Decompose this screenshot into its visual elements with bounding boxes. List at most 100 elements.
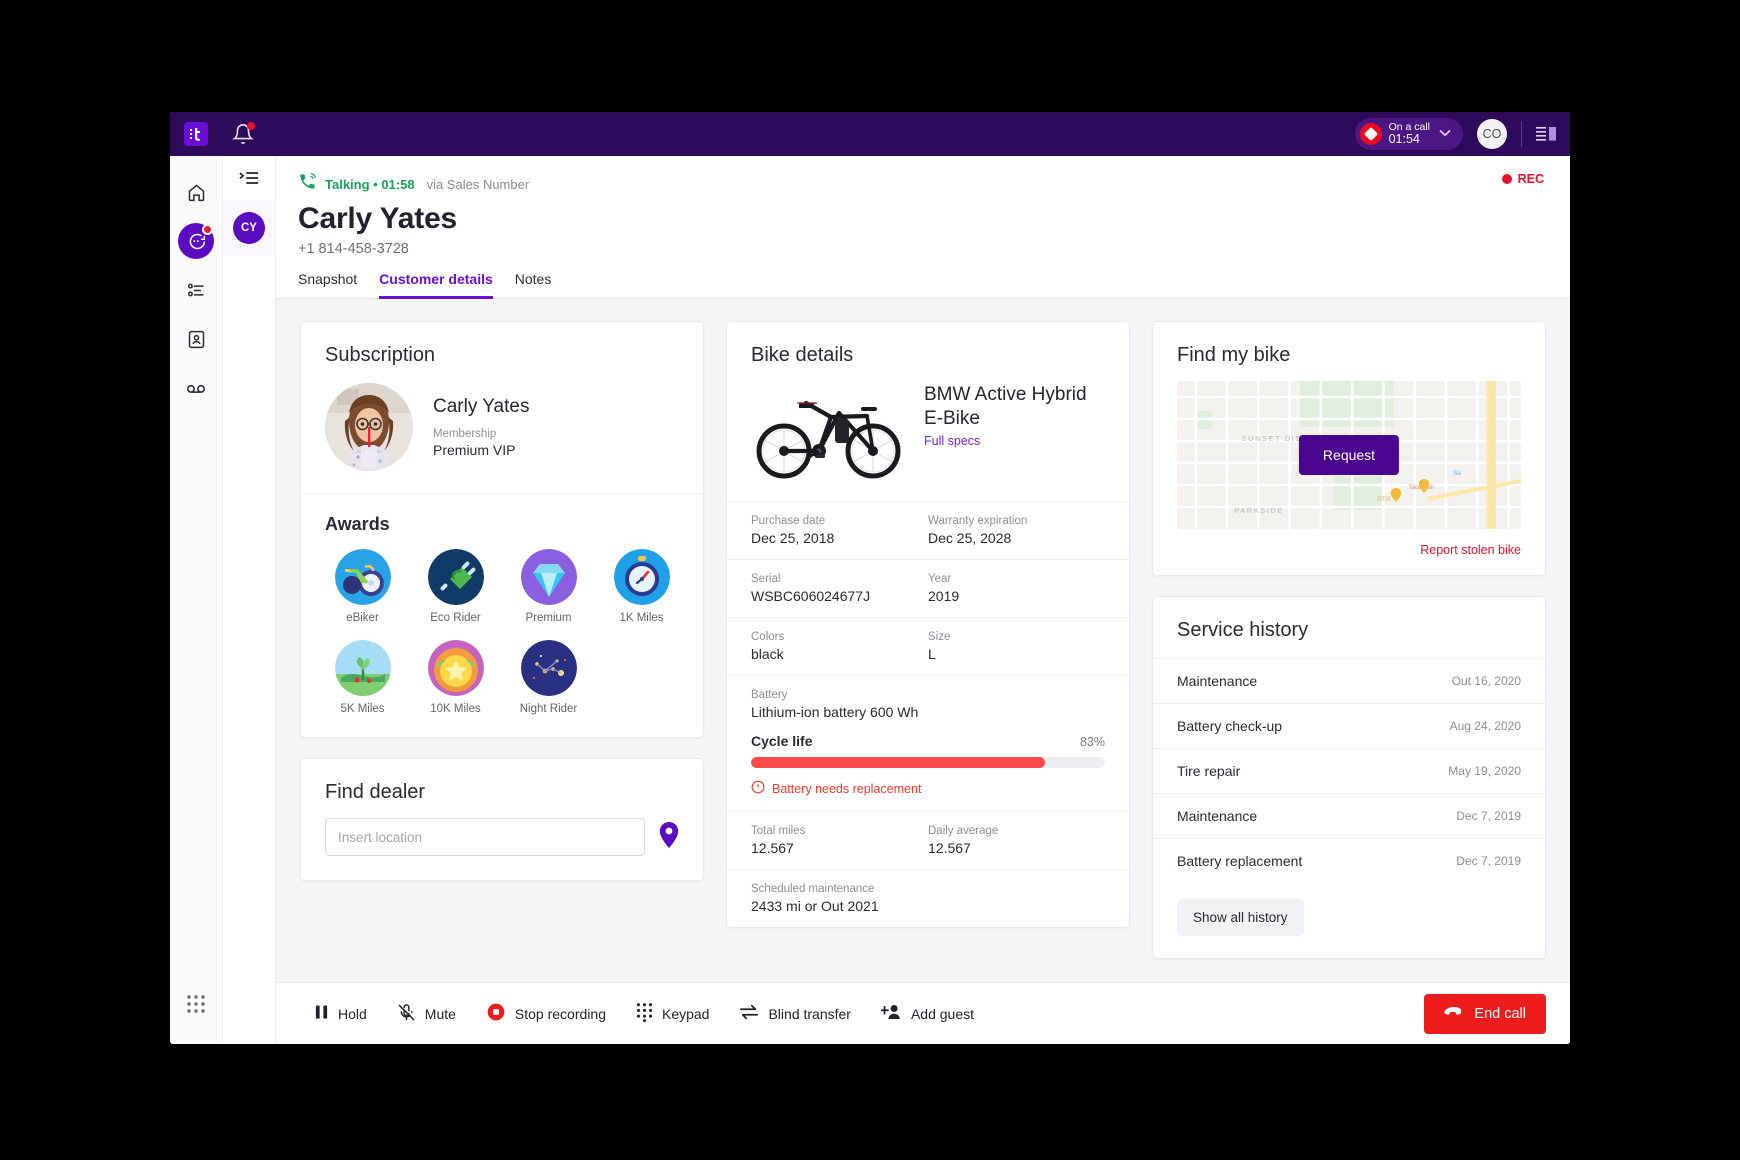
chevron-down-icon[interactable] xyxy=(1439,128,1451,140)
eco-rider-badge-icon xyxy=(427,549,484,605)
field-value: black xyxy=(751,646,784,662)
user-avatar[interactable]: CO xyxy=(1477,119,1507,149)
recording-dot-icon xyxy=(1501,174,1512,184)
recording-indicator: REC xyxy=(1501,172,1544,186)
award-premium[interactable]: Premium xyxy=(505,549,592,624)
table-row[interactable]: Battery replacement Dec 7, 2019 xyxy=(1153,838,1545,883)
premium-diamond-badge-icon xyxy=(520,549,577,605)
call-controls-toolbar: Hold Mute Stop recording Keypad Blind tr… xyxy=(276,982,1570,1044)
field-label: Year xyxy=(928,573,952,585)
award-5k-miles[interactable]: 5K Miles xyxy=(319,640,406,715)
apps-grid-icon[interactable] xyxy=(178,986,214,1022)
battery-warning: Battery needs replacement xyxy=(751,780,1105,797)
award-night-rider[interactable]: Night Rider xyxy=(505,640,592,715)
pause-icon xyxy=(314,1004,329,1023)
bike-field-row: Serial WSBC606024677J Year 2019 xyxy=(727,560,1129,617)
full-specs-link[interactable]: Full specs xyxy=(924,434,980,448)
blind-transfer-button[interactable]: Blind transfer xyxy=(739,1003,851,1024)
award-1k-miles[interactable]: 1K Miles xyxy=(598,549,685,624)
report-stolen-bike-link[interactable]: Report stolen bike xyxy=(1153,543,1545,575)
sidebar-item-activity[interactable] xyxy=(178,272,214,308)
sidebar-item-voicemail[interactable] xyxy=(178,370,214,406)
table-row[interactable]: Maintenance Dec 7, 2019 xyxy=(1153,793,1545,838)
phone-ringing-icon xyxy=(298,172,317,196)
bicycle-photo xyxy=(751,383,906,483)
ebiker-badge-icon xyxy=(334,549,391,605)
map-pin-icon[interactable] xyxy=(659,821,679,853)
bike-field-row: Purchase date Dec 25, 2018 Warranty expi… xyxy=(727,502,1129,559)
notification-bell-icon[interactable] xyxy=(232,122,255,145)
find-dealer-card: Find dealer xyxy=(300,758,704,881)
sidebar-item-conversations[interactable] xyxy=(178,223,214,259)
bike-details-title: Bike details xyxy=(751,344,854,366)
keypad-label: Keypad xyxy=(661,1005,710,1022)
add-guest-button[interactable]: Add guest xyxy=(880,1003,974,1024)
find-dealer-title: Find dealer xyxy=(325,781,426,803)
stop-recording-button[interactable]: Stop recording xyxy=(486,1002,606,1025)
service-name: Battery replacement xyxy=(1177,853,1303,869)
table-row[interactable]: Maintenance Out 16, 2020 xyxy=(1153,658,1545,703)
battery-section: Battery Lithium-ion battery 600 Wh Cycle… xyxy=(727,676,1129,811)
map-thumbnail[interactable]: SUNSET DISTRICT PARKSIDE Taco Bell STIX … xyxy=(1177,381,1521,529)
keypad-button[interactable]: Keypad xyxy=(636,1002,710,1025)
field-value: 12.567 xyxy=(928,840,971,856)
show-all-history-button[interactable]: Show all history xyxy=(1177,899,1304,936)
award-eco-rider[interactable]: Eco Rider xyxy=(412,549,499,624)
transfer-arrows-icon xyxy=(739,1003,759,1024)
service-date: Out 16, 2020 xyxy=(1451,674,1521,688)
subscription-card: Subscription Carly Yates Membership Prem… xyxy=(300,321,704,738)
sidebar-item-contacts[interactable] xyxy=(178,321,214,357)
award-label: eBiker xyxy=(346,612,379,624)
end-call-button[interactable]: End call xyxy=(1424,993,1546,1034)
service-date: Dec 7, 2019 xyxy=(1456,854,1521,868)
service-date: May 19, 2020 xyxy=(1448,764,1521,778)
talkdesk-logo-icon[interactable] xyxy=(184,122,208,146)
award-10k-miles[interactable]: 10K Miles xyxy=(412,640,499,715)
collapse-panel-icon[interactable] xyxy=(223,156,275,200)
alert-circle-icon xyxy=(751,780,765,797)
stop-recording-icon xyxy=(486,1002,506,1025)
dealer-location-input[interactable] xyxy=(325,818,645,856)
field-label: Daily average xyxy=(928,825,999,837)
table-row[interactable]: Battery check-up Aug 24, 2020 xyxy=(1153,703,1545,748)
night-rider-badge-icon xyxy=(520,640,577,696)
end-call-label: End call xyxy=(1474,1005,1526,1022)
conversation-entry-carly-yates[interactable]: CY xyxy=(223,200,275,256)
tab-customer-details[interactable]: Customer details xyxy=(379,271,493,299)
field-value: Dec 25, 2018 xyxy=(751,530,835,546)
field-warranty-expiration: Warranty expiration Dec 25, 2028 xyxy=(928,515,1105,546)
call-status-pill[interactable]: On a call 01:54 xyxy=(1354,118,1463,150)
bike-model-name: BMW Active Hybrid E-Bike xyxy=(924,384,1087,430)
application-window: On a call 01:54 CO CY Talking • 01:58 vi… xyxy=(170,112,1570,1044)
avatar: CY xyxy=(233,212,265,244)
sidebar-item-home[interactable] xyxy=(178,174,214,210)
hold-label: Hold xyxy=(338,1005,367,1022)
service-name: Tire repair xyxy=(1177,763,1241,779)
conversations-badge xyxy=(202,224,213,235)
tab-notes[interactable]: Notes xyxy=(515,271,552,299)
panel-layout-icon[interactable] xyxy=(1536,126,1556,142)
field-size: Size L xyxy=(928,631,1105,662)
tab-snapshot[interactable]: Snapshot xyxy=(298,271,357,299)
award-ebiker[interactable]: eBiker xyxy=(319,549,406,624)
request-button[interactable]: Request xyxy=(1298,435,1400,475)
award-label: Eco Rider xyxy=(430,612,481,624)
battery-value: Lithium-ion battery 600 Wh xyxy=(751,704,919,720)
mute-button[interactable]: Mute xyxy=(397,1003,456,1025)
bike-field-row: Colors black Size L xyxy=(727,618,1129,675)
award-label: Night Rider xyxy=(519,703,578,715)
keypad-dots-icon xyxy=(636,1002,653,1025)
hold-button[interactable]: Hold xyxy=(314,1004,367,1023)
field-label: Purchase date xyxy=(751,515,826,527)
recording-label: REC xyxy=(1517,172,1544,186)
cycle-life-progress-fill xyxy=(751,757,1045,768)
membership-label: Membership xyxy=(433,428,497,440)
10k-miles-badge-icon xyxy=(427,640,484,696)
phone-hangup-icon xyxy=(1444,1005,1464,1023)
table-row[interactable]: Tire repair May 19, 2020 xyxy=(1153,748,1545,793)
field-label: Total miles xyxy=(751,825,806,837)
field-value: L xyxy=(928,646,936,662)
subscription-title: Subscription xyxy=(325,344,436,366)
svg-text:Sa: Sa xyxy=(1453,470,1461,477)
service-date: Dec 7, 2019 xyxy=(1456,809,1521,823)
